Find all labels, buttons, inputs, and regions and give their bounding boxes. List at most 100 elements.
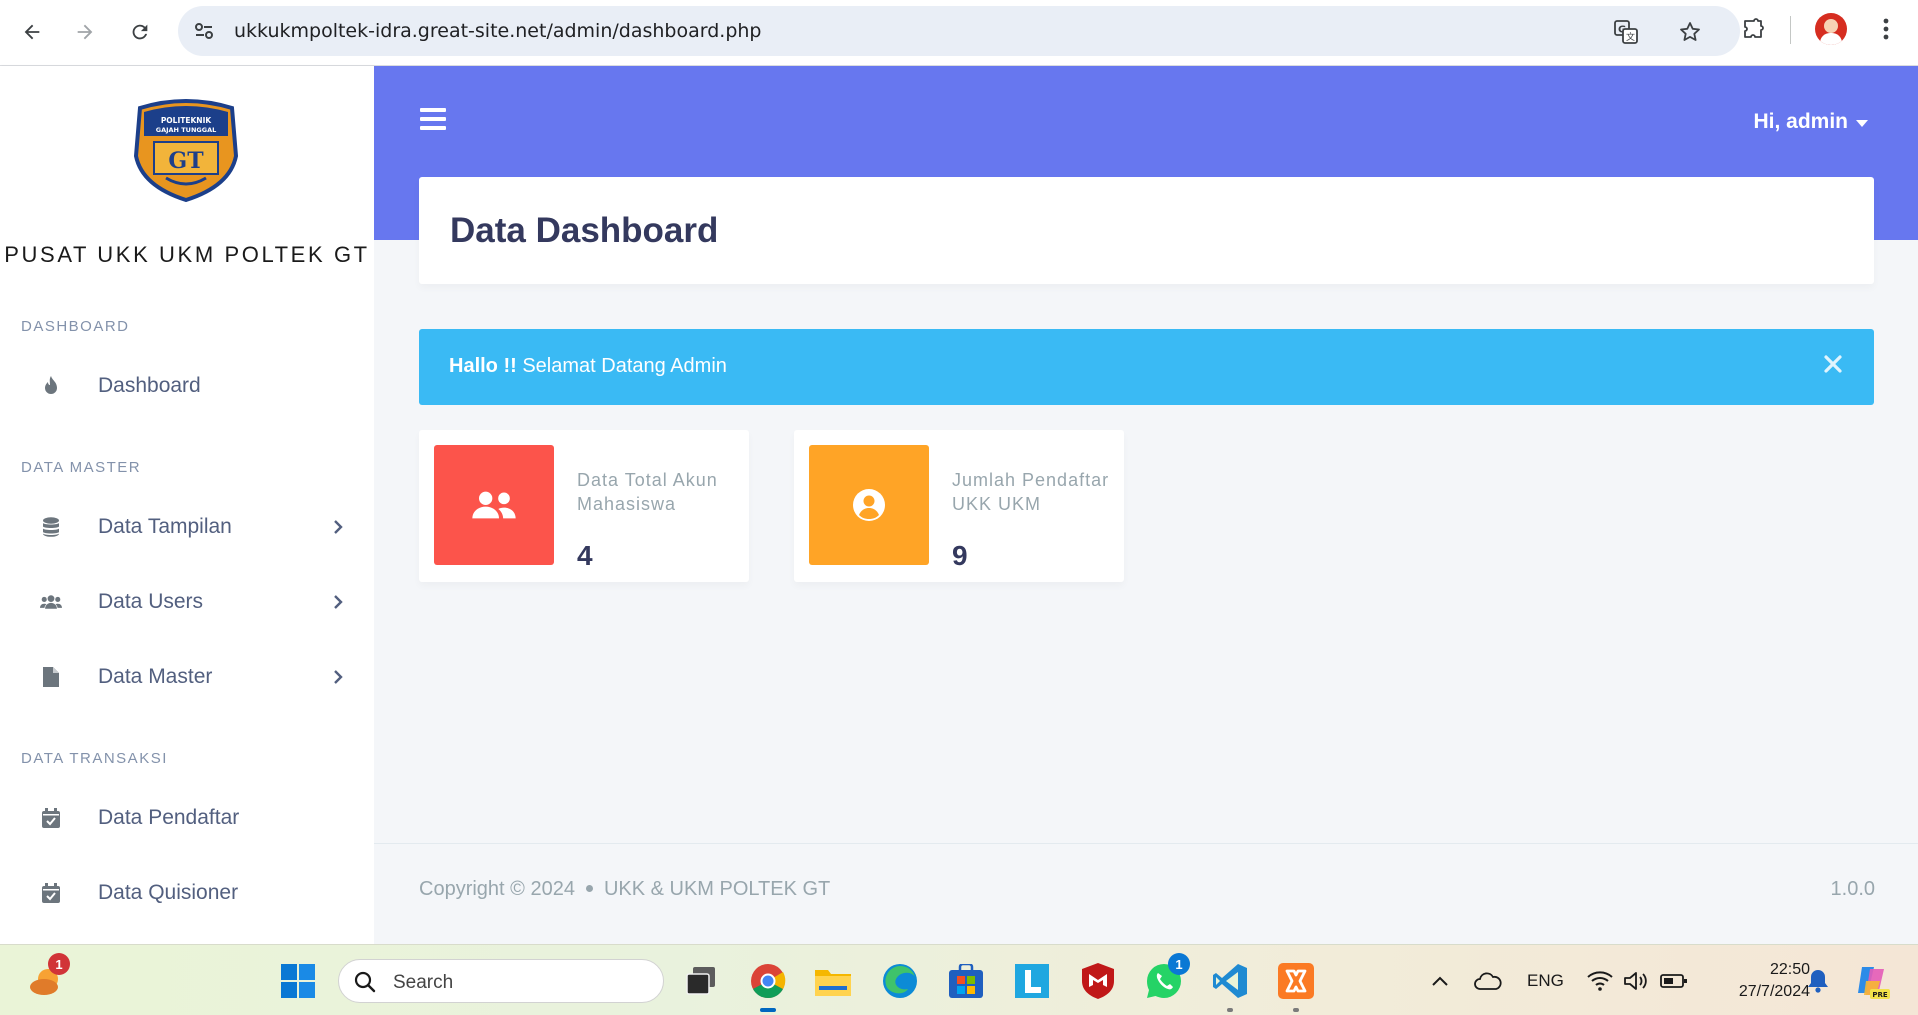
avatar-face: [1824, 19, 1838, 33]
taskbar-vscode[interactable]: [1210, 961, 1250, 1001]
running-app-indicator: [1227, 1008, 1233, 1012]
sidebar-brand[interactable]: PUSAT UKK UKM POLTEK GT: [0, 242, 374, 268]
copyright-text: Copyright © 2024: [419, 878, 575, 900]
chevron-right-icon: [330, 667, 346, 687]
extensions-button[interactable]: [1736, 12, 1770, 46]
notifications-button[interactable]: [1798, 961, 1838, 1001]
taskbar-clock[interactable]: 22:50 27/7/2024: [1700, 959, 1810, 1003]
sidebar-item-label: Data Pendaftar: [98, 806, 240, 829]
sidebar-item-label: Data Master: [98, 665, 213, 688]
folder-icon: [815, 970, 851, 996]
alert-message: Selamat Datang Admin: [516, 355, 727, 377]
page-title: Data Dashboard: [450, 211, 719, 250]
calendar-check-icon: [40, 882, 62, 904]
menu-header-data-transaksi: DATA TRANSAKSI: [21, 750, 168, 767]
search-icon: [354, 971, 376, 993]
edge-icon: [883, 964, 917, 998]
sidebar-item-dashboard[interactable]: Dashboard: [0, 356, 374, 416]
volume-button[interactable]: [1616, 961, 1656, 1001]
bell-icon: [1808, 970, 1828, 993]
weather-badge: 1: [48, 953, 70, 975]
footer-version: 1.0.0: [1830, 878, 1875, 900]
alert-strong: Hallo !!: [449, 355, 517, 377]
copilot-button[interactable]: PRE: [1852, 961, 1892, 1001]
show-hidden-icons-button[interactable]: [1420, 961, 1460, 1001]
sidebar-item-data-pendaftar[interactable]: Data Pendaftar: [0, 788, 374, 848]
task-view-button[interactable]: [681, 961, 721, 1001]
start-button[interactable]: [278, 961, 318, 1001]
bullet-separator: [585, 884, 593, 892]
task-view-icon: [686, 967, 715, 995]
active-app-indicator: [760, 1008, 776, 1012]
sidebar-item-data-quisioner[interactable]: Data Quisioner: [0, 863, 374, 923]
wifi-button[interactable]: [1580, 961, 1620, 1001]
file-icon: [40, 666, 62, 688]
user-greeting: Hi, admin: [1753, 110, 1848, 133]
bookmark-button[interactable]: [1676, 18, 1704, 46]
stat-value: 4: [577, 540, 593, 571]
taskbar-store[interactable]: [946, 961, 986, 1001]
users-icon: [40, 591, 62, 613]
chevron-right-icon: [330, 592, 346, 612]
whatsapp-badge: 1: [1168, 953, 1190, 975]
toolbar-divider: [1790, 16, 1791, 44]
stat-label: Jumlah Pendaftar UKK UKM: [952, 470, 1110, 514]
puzzle-icon: [1744, 18, 1764, 38]
taskbar-chrome[interactable]: [748, 961, 788, 1001]
vscode-icon: [1213, 964, 1247, 998]
database-icon: [40, 516, 62, 538]
menu-header-dashboard: DASHBOARD: [21, 318, 130, 335]
site-settings-icon[interactable]: [192, 19, 216, 43]
taskbar-mcafee[interactable]: [1078, 961, 1118, 1001]
sidebar-item-label: Data Users: [98, 590, 204, 613]
sidebar-item-label: Data Tampilan: [98, 515, 232, 538]
menu-header-data-master: DATA MASTER: [21, 459, 142, 476]
speaker-icon: [1624, 972, 1647, 990]
user-circle-icon: [853, 489, 885, 521]
l-app-icon: [1015, 964, 1049, 998]
stat-card-pendaftar: Jumlah Pendaftar UKK UKM 9: [794, 430, 1124, 582]
sidebar-item-label: Data Quisioner: [98, 881, 239, 904]
svg-text:POLITEKNIK: POLITEKNIK: [161, 116, 213, 125]
taskbar-edge[interactable]: [880, 961, 920, 1001]
fire-icon: [40, 375, 62, 397]
poltek-gt-logo[interactable]: POLITEKNIK GAJAH TUNGGAL GT: [130, 98, 242, 202]
svg-text:文: 文: [1626, 31, 1635, 43]
clock-time: 22:50: [1769, 961, 1810, 978]
taskbar-search[interactable]: Search: [338, 959, 664, 1003]
sidebar-item-data-users[interactable]: Data Users: [0, 572, 374, 632]
taskbar-whatsapp[interactable]: 1: [1144, 953, 1190, 1001]
profile-avatar[interactable]: [1815, 13, 1847, 45]
onedrive-cloud-icon: [1474, 972, 1502, 990]
footer-copyright: Copyright © 2024 UKK & UKM POLTEK GT: [419, 878, 830, 901]
browser-menu-button[interactable]: [1869, 12, 1903, 46]
battery-button[interactable]: [1654, 961, 1694, 1001]
sidebar-item-data-master[interactable]: Data Master: [0, 647, 374, 707]
taskbar-xampp[interactable]: [1276, 961, 1316, 1001]
arrow-left-icon: [24, 24, 40, 40]
browser-toolbar: ukkukmpoltek-idra.great-site.net/admin/d…: [0, 0, 1918, 66]
running-app-indicator: [1293, 1008, 1299, 1012]
user-dropdown[interactable]: Hi, admin: [1753, 110, 1868, 134]
address-bar[interactable]: ukkukmpoltek-idra.great-site.net/admin/d…: [178, 6, 1740, 56]
language-indicator[interactable]: ENG: [1527, 971, 1564, 991]
close-icon[interactable]: [1822, 353, 1844, 375]
store-icon: [949, 964, 983, 998]
onedrive-button[interactable]: [1468, 961, 1508, 1001]
sidebar-item-data-tampilan[interactable]: Data Tampilan: [0, 497, 374, 557]
reload-button[interactable]: [122, 14, 158, 50]
back-button[interactable]: [14, 14, 50, 50]
url-text[interactable]: ukkukmpoltek-idra.great-site.net/admin/d…: [234, 20, 762, 42]
forward-button[interactable]: [67, 14, 103, 50]
sidebar-toggle-button[interactable]: [420, 108, 446, 130]
taskbar-file-explorer[interactable]: [813, 961, 853, 1001]
users-icon: [472, 491, 516, 519]
weather-widget[interactable]: 1: [26, 953, 70, 1001]
translate-button[interactable]: G 文: [1612, 18, 1640, 46]
windows-logo-icon: [281, 964, 315, 998]
calendar-check-icon: [40, 807, 62, 829]
copilot-icon: PRE: [1858, 967, 1890, 999]
stat-value: 9: [952, 540, 968, 571]
caret-down-icon: [1856, 119, 1868, 127]
taskbar-l-app[interactable]: [1012, 961, 1052, 1001]
